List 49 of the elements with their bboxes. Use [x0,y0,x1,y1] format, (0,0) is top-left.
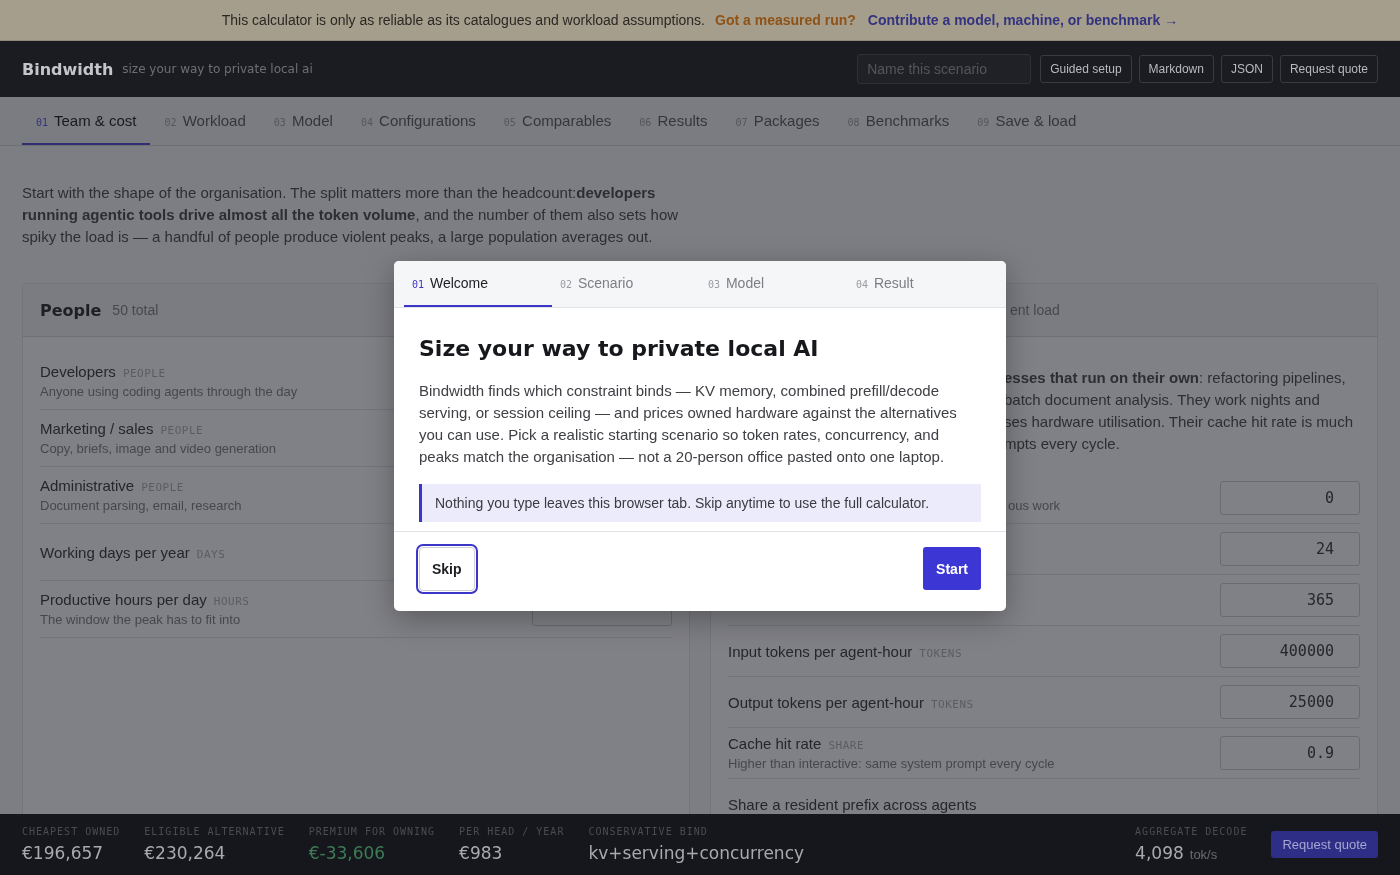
field-label: Output tokens per agent-hour [728,693,924,711]
field-label: Working days per year [40,543,190,561]
stat-value: 4,098 [1135,843,1184,863]
header-button[interactable]: Request quote [1279,55,1378,83]
privacy-note: Nothing you type leaves this browser tab. Skip anytime to use the full calculator. [419,484,981,522]
field-label: Input tokens per agent-hour [728,642,913,660]
section-tab[interactable]: 01 Team & cost [22,97,151,145]
field-label: Share a resident prefix across agents [728,795,977,813]
field-hint: Copy, briefs, image and video generation [40,441,277,456]
start-button[interactable]: Start [923,547,981,590]
field-hint: The window the peak has to fit into [40,612,242,627]
step-tab[interactable]: 04 Result [848,261,996,307]
stat-value: €-33,606 [308,843,387,863]
stat-value: kv+serving+concurrency [588,843,805,863]
header-button[interactable]: Guided setup [1040,55,1132,83]
field-label: Developers [40,363,116,380]
banner-link[interactable]: Contribute a model, machine, or benchmark → [867,12,1179,28]
number-field[interactable]: 24 [1220,532,1360,566]
banner-link[interactable]: Got a measured run? [715,12,856,28]
dialog-text: Bindwidth finds which constraint binds — KV memory, combined prefill/decode serving, or session ceiling — and prices owned hardware against the alternatives you can use. Pick a realistic starting scenario so token rates, concurrency, and peaks match the organisation — not a 20-person office pasted onto one laptop. [419,381,958,467]
stat-unit: tok/s [1189,847,1218,862]
field-label: Productive hours per day [40,591,207,608]
number-field[interactable]: 365 [1220,583,1360,617]
field-label: Administrative [40,477,135,494]
field-hint: Document parsing, email, research [40,498,242,513]
panel-title: People [40,300,102,320]
number-field[interactable]: 400000 [1220,634,1360,668]
stat-value: €983 [459,843,504,863]
step-tab[interactable]: 01 Welcome [404,261,552,307]
number-field[interactable]: 25000 [1220,685,1360,719]
number-field[interactable]: 0 [1220,481,1360,515]
banner-text: This calculator is only as reliable as its catalogues and workload assumptions. [221,12,705,28]
field-label: Marketing / sales [40,420,154,437]
dialog-heading: Size your way to private local AI [419,336,820,361]
field-hint: Higher than interactive: same system prompt every cycle [728,756,1055,771]
stat-value: €196,657 [22,843,105,863]
field-hint: Anyone using coding agents through the day [40,384,298,399]
brand-name: Bindwidth [22,59,114,79]
request-quote-button[interactable]: Request quote [1271,831,1378,858]
step-tab[interactable]: 03 Model [700,261,848,307]
header-button[interactable]: JSON [1220,55,1273,83]
header-button[interactable]: Markdown [1138,55,1214,83]
tagline: size your way to private local ai [122,62,313,76]
skip-button[interactable]: Skip [419,547,475,591]
intro-paragraph: Start with the shape of the organisation. The split matters more than the headcount:developers running agentic tools drive almost all the token volume, and the number of them also sets how spiky the load is — a handful of people produce violent peaks, a large population averages out. [22,183,680,247]
field-label: Cache hit rate [728,735,822,752]
step-tab[interactable]: 02 Scenario [552,261,700,307]
number-field[interactable]: 0.9 [1220,736,1360,770]
stat-value: €230,264 [144,843,227,863]
